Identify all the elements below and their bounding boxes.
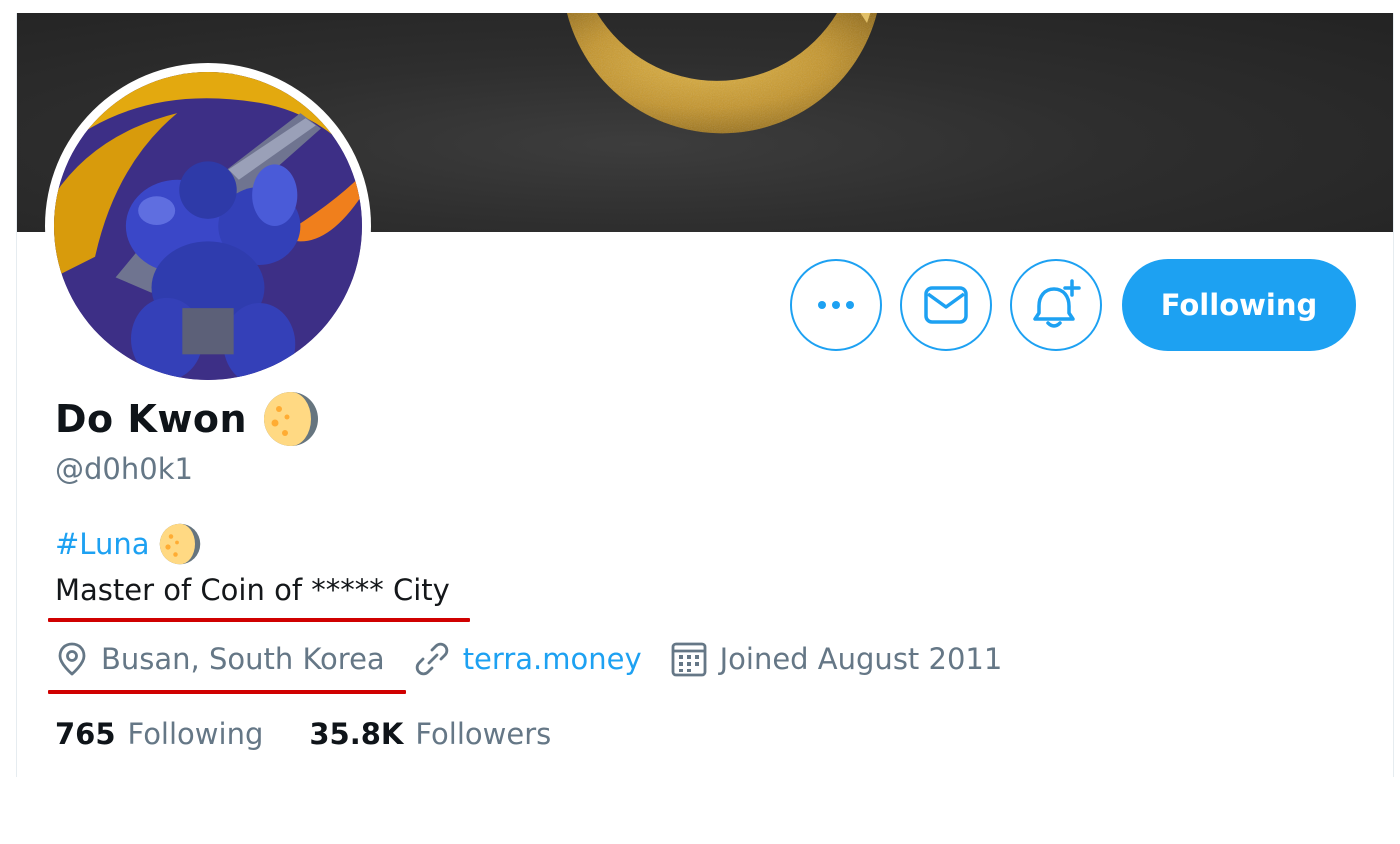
envelope-icon <box>924 286 968 324</box>
notifications-button[interactable] <box>1010 259 1102 351</box>
more-dots-icon <box>818 301 854 309</box>
bio-line-1: #Luna <box>55 521 450 567</box>
annotation-underline <box>48 690 406 694</box>
profile-actions: Following <box>790 259 1356 351</box>
calendar-icon <box>671 642 707 677</box>
bell-plus-icon <box>1033 279 1081 328</box>
profile-bio: #Luna Master of Coin of ***** City <box>55 521 450 613</box>
hashtag-link[interactable]: #Luna <box>55 521 149 567</box>
banner-crescent-moon-icon <box>567 13 877 134</box>
following-button[interactable]: Following <box>1122 259 1356 351</box>
following-label: Following <box>127 717 264 751</box>
location-pin-icon <box>58 642 86 676</box>
message-button[interactable] <box>900 259 992 351</box>
following-count: 765 <box>55 717 116 751</box>
annotation-underline <box>48 618 470 622</box>
following-stat[interactable]: 765 Following <box>55 717 263 751</box>
meta-website: terra.money <box>413 641 642 677</box>
name-row: Do Kwon <box>55 391 319 447</box>
display-name: Do Kwon <box>55 397 248 441</box>
profile-meta: Busan, South Korea terra.money Joined Au… <box>55 638 1030 680</box>
website-link[interactable]: terra.money <box>463 642 642 676</box>
crescent-moon-emoji-icon <box>160 523 201 565</box>
profile-handle: @d0h0k1 <box>55 452 193 486</box>
profile-card: Following Do Kwon @d0h0k1 #Luna Master o <box>16 13 1394 777</box>
joined-text: Joined August 2011 <box>719 642 1003 676</box>
avatar-marine-icon <box>54 72 362 380</box>
followers-stat[interactable]: 35.8K Followers <box>309 717 551 751</box>
link-icon <box>415 642 448 676</box>
meta-joined: Joined August 2011 <box>670 640 1003 678</box>
crescent-moon-emoji-icon <box>264 392 319 446</box>
avatar[interactable] <box>45 63 371 389</box>
profile-stats: 765 Following 35.8K Followers <box>55 713 597 755</box>
bio-line-2: Master of Coin of ***** City <box>55 573 450 607</box>
meta-location: Busan, South Korea <box>55 641 385 677</box>
location-text: Busan, South Korea <box>101 642 385 676</box>
more-button[interactable] <box>790 259 882 351</box>
followers-count: 35.8K <box>309 717 404 751</box>
followers-label: Followers <box>415 717 552 751</box>
